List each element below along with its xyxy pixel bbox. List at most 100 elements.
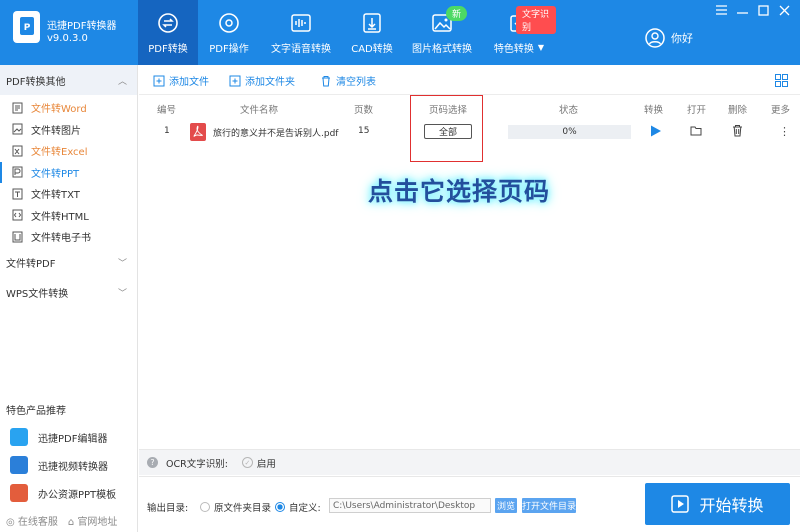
video-converter-logo-icon	[10, 456, 28, 474]
sidebar-item-label: 文件转图片	[31, 125, 81, 137]
user-icon	[645, 28, 665, 48]
col-more: 更多	[771, 105, 791, 116]
close-icon[interactable]	[778, 4, 790, 16]
col-status: 状态	[559, 105, 579, 116]
section-label: PDF转换其他	[6, 76, 66, 88]
add-folder-button[interactable]: 添加文件夹	[229, 73, 295, 88]
official-site-link[interactable]: ⌂ 官网地址	[68, 513, 118, 528]
grid-view-icon[interactable]	[775, 74, 788, 90]
new-badge: 新	[446, 6, 468, 21]
slides-icon	[12, 166, 23, 178]
pdf-file-icon	[190, 123, 206, 144]
start-convert-button[interactable]: 开始转换	[645, 483, 790, 525]
col-number: 编号	[157, 105, 177, 116]
radio-label: 自定义:	[289, 503, 321, 514]
text-file-icon	[12, 188, 23, 200]
chevron-up-icon: ︿	[117, 76, 127, 87]
sidebar-item-label: 文件转Excel	[31, 147, 88, 159]
clear-list-button[interactable]: 清空列表	[320, 73, 376, 88]
sidebar-section-pdf-to-other[interactable]: PDF转换其他 ︿	[0, 65, 137, 95]
radio-original-folder[interactable]: 原文件夹目录	[200, 500, 271, 514]
play-box-icon	[671, 495, 690, 513]
file-name: 旅行的意义并不是告诉别人.pdf	[213, 129, 339, 139]
col-delete: 删除	[728, 105, 748, 116]
tab-label: CAD转换	[351, 44, 393, 55]
app-version: v9.0.3.0	[47, 33, 88, 44]
tab-label: PDF转换	[148, 44, 188, 55]
chevron-down-icon: ﹀	[117, 289, 127, 299]
tab-image-format[interactable]: 新 图片格式转换	[402, 0, 482, 65]
tab-label: 图片格式转换	[412, 44, 472, 55]
sidebar-item-ppt[interactable]: 文件转PPT	[0, 161, 137, 183]
caret-down-icon: ▼	[537, 43, 545, 52]
open-directory-button[interactable]: 打开文件目录	[522, 498, 576, 513]
radio-label: 原文件夹目录	[214, 503, 272, 514]
annotation-text: 点击它选择页码	[368, 177, 551, 206]
title-bar: P 迅捷PDF转换器 v9.0.3.0 PDF转换 PDF操作 文字语音转换 C…	[0, 0, 800, 65]
tab-pdf-operate[interactable]: PDF操作	[198, 0, 260, 65]
tab-label: PDF操作	[209, 44, 249, 55]
chevron-down-icon: ﹀	[117, 259, 127, 269]
sidebar-item-label: 文件转TXT	[31, 190, 80, 202]
sidebar-item-image[interactable]: 文件转图片	[0, 119, 137, 141]
featured-title: 特色产品推荐	[6, 406, 66, 417]
output-label: 输出目录:	[147, 503, 189, 514]
section-label: WPS文件转换	[6, 289, 69, 300]
sidebar-section-file-to-pdf[interactable]: 文件转PDF ﹀	[0, 248, 137, 278]
sidebar-item-ebook[interactable]: 文件转电子书	[0, 226, 137, 248]
tab-special-convert[interactable]: 文字识别 特色转换 ▼	[482, 0, 556, 65]
radio-dot	[200, 502, 210, 512]
play-icon[interactable]	[650, 125, 661, 140]
ocr-enable-checkbox[interactable]: ✓	[241, 457, 253, 468]
delete-icon[interactable]	[732, 124, 743, 140]
sidebar-item-html[interactable]: 文件转HTML	[0, 205, 137, 227]
ocr-enable-label: 启用	[256, 458, 276, 470]
more-icon[interactable]: ⋮	[779, 125, 790, 138]
col-open: 打开	[687, 105, 707, 116]
cad-icon	[363, 13, 381, 33]
user-account[interactable]: 你好	[645, 28, 693, 48]
progress-bar: 0%	[508, 125, 631, 139]
menu-icon[interactable]	[715, 4, 727, 16]
radio-custom[interactable]: 自定义:	[275, 500, 321, 514]
window-controls	[715, 4, 790, 16]
sidebar-item-word[interactable]: 文件转Word	[0, 97, 137, 119]
audio-wave-icon	[291, 14, 311, 32]
sidebar-item-excel[interactable]: 文件转Excel	[0, 140, 137, 162]
featured-video-converter[interactable]: 迅捷视频转换器	[10, 455, 108, 475]
sidebar-item-txt[interactable]: 文件转TXT	[0, 183, 137, 205]
spreadsheet-icon	[12, 145, 23, 157]
section-label: 文件转PDF	[6, 259, 56, 270]
trash-icon	[322, 75, 330, 86]
tab-pdf-convert[interactable]: PDF转换	[138, 0, 198, 65]
app-title: 迅捷PDF转换器	[47, 21, 117, 32]
output-path-input[interactable]	[329, 498, 491, 513]
clear-list-label: 清空列表	[336, 77, 376, 88]
pdf-editor-logo-icon	[10, 428, 28, 446]
add-folder-icon	[229, 75, 241, 86]
link-label: 官网地址	[77, 517, 118, 528]
maximize-icon[interactable]	[757, 4, 769, 16]
tab-cad-convert[interactable]: CAD转换	[342, 0, 402, 65]
svg-text:P: P	[23, 23, 30, 33]
help-icon[interactable]: ?	[147, 457, 158, 468]
ocr-badge: 文字识别	[516, 6, 556, 34]
online-service-link[interactable]: ◎ 在线客服	[6, 513, 58, 528]
add-folder-label: 添加文件夹	[245, 77, 295, 88]
sidebar-section-wps[interactable]: WPS文件转换 ﹀	[0, 278, 137, 308]
link-label: 在线客服	[17, 517, 58, 528]
tab-text-speech[interactable]: 文字语音转换	[260, 0, 342, 65]
featured-ppt-template[interactable]: 办公资源PPT模板	[10, 483, 116, 503]
folder-open-icon[interactable]	[690, 125, 703, 139]
user-greeting: 你好	[671, 32, 693, 45]
add-file-button[interactable]: 添加文件	[153, 73, 209, 88]
convert-icon	[158, 13, 178, 33]
featured-label: 办公资源PPT模板	[38, 489, 117, 501]
main-nav: PDF转换 PDF操作 文字语音转换 CAD转换 新 图片格式转换 文字识别 特…	[138, 0, 556, 65]
minimize-icon[interactable]	[736, 4, 748, 16]
sidebar-item-label: 文件转电子书	[31, 233, 91, 245]
ocr-bar: ? OCR文字识别: ✓ 启用	[139, 449, 800, 475]
ocr-label: OCR文字识别:	[166, 458, 228, 470]
browse-button[interactable]: 浏览	[495, 498, 517, 513]
featured-pdf-editor[interactable]: 迅捷PDF编辑器	[10, 427, 107, 447]
